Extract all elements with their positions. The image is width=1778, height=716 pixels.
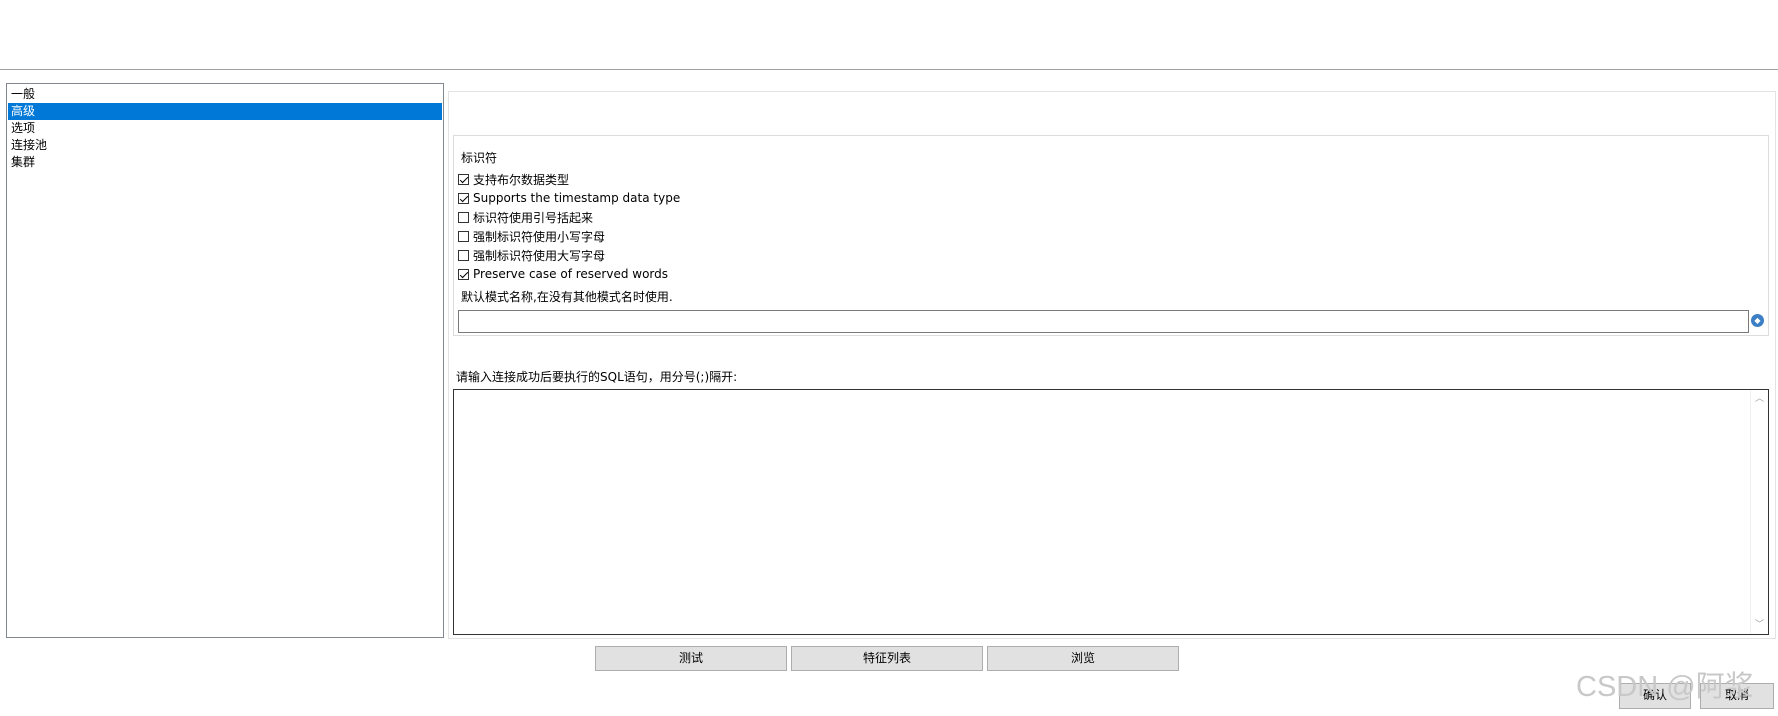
default-schema-label: 默认模式名称,在没有其他模式名时使用. [461, 290, 673, 304]
option-label: 强制标识符使用大写字母 [473, 248, 606, 263]
test-button[interactable]: 测试 [595, 646, 787, 671]
identifier-group-box [453, 135, 1769, 336]
sql-label: 请输入连接成功后要执行的SQL语句，用分号(;)隔开: [456, 370, 738, 384]
checkbox[interactable] [458, 211, 469, 223]
feature-list-button[interactable]: 特征列表 [791, 646, 983, 671]
option-label: 标识符使用引号括起来 [473, 210, 594, 225]
option-label: 支持布尔数据类型 [473, 172, 570, 187]
option-force-lowercase[interactable]: 强制标识符使用小写字母 [458, 227, 605, 245]
option-preserve-reserved-case[interactable]: Preserve case of reserved words [458, 265, 668, 283]
checkbox[interactable] [458, 173, 469, 185]
sql-scrollbar[interactable]: ︿ ﹀ [1750, 390, 1768, 634]
scroll-down-icon[interactable]: ﹀ [1755, 620, 1764, 630]
scroll-up-icon[interactable]: ︿ [1755, 394, 1764, 404]
checkbox[interactable] [458, 192, 469, 204]
nav-item-options[interactable]: 选项 [8, 120, 442, 137]
schema-picker-icon[interactable]: ◆ [1751, 314, 1764, 327]
top-divider [0, 69, 1778, 70]
default-schema-input[interactable] [458, 310, 1749, 333]
nav-item-general[interactable]: 一般 [8, 86, 442, 103]
browse-button[interactable]: 浏览 [987, 646, 1179, 671]
nav-item-connection-pool[interactable]: 连接池 [8, 137, 442, 154]
checkbox[interactable] [458, 230, 469, 242]
settings-category-list[interactable]: 一般 高级 选项 连接池 集群 [6, 83, 444, 638]
option-force-uppercase[interactable]: 强制标识符使用大写字母 [458, 246, 605, 264]
checkbox[interactable] [458, 249, 469, 261]
checkbox[interactable] [458, 268, 469, 280]
option-label: Supports the timestamp data type [473, 191, 681, 205]
init-sql-textarea[interactable]: ︿ ﹀ [453, 389, 1769, 635]
identifier-group-title: 标识符 [461, 151, 498, 165]
option-quote-identifiers[interactable]: 标识符使用引号括起来 [458, 208, 593, 226]
option-label: Preserve case of reserved words [473, 267, 669, 281]
nav-item-advanced[interactable]: 高级 [8, 103, 442, 120]
watermark: CSDN @阿浆 [1576, 671, 1754, 703]
option-timestamp-type[interactable]: Supports the timestamp data type [458, 189, 680, 207]
option-boolean-type[interactable]: 支持布尔数据类型 [458, 170, 569, 188]
nav-item-cluster[interactable]: 集群 [8, 154, 442, 171]
option-label: 强制标识符使用小写字母 [473, 229, 606, 244]
